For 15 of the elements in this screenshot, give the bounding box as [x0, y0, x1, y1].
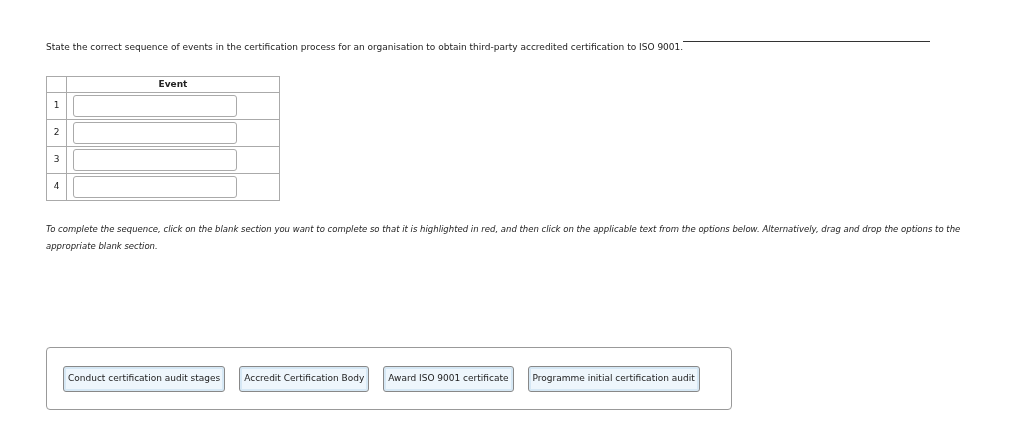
row-number: 3 — [46, 146, 67, 174]
option-button[interactable]: Award ISO 9001 certificate — [383, 365, 514, 392]
column-header: Event — [66, 76, 280, 93]
answer-box[interactable] — [73, 149, 237, 171]
answer-box[interactable] — [73, 122, 237, 144]
answer-box[interactable] — [73, 176, 237, 198]
row-number: 4 — [46, 173, 67, 201]
option-button[interactable]: Accredit Certification Body — [239, 365, 370, 392]
answer-box[interactable] — [73, 95, 237, 117]
instructions-text: To complete the sequence, click on the blank section you want to complete so that it is highlighted in red, and then click on the applicable text from the options below. Alternatively, drag and drop the options to the appropriate blank section. — [46, 223, 962, 253]
row-number: 1 — [46, 92, 67, 120]
question-text: State the correct sequence of events in the certification process for an organisation to obtain third-party accredited certification to ISO 9001. — [46, 41, 684, 54]
option-button[interactable]: Conduct certification audit stages — [63, 365, 226, 392]
option-button[interactable]: Programme initial certification audit — [527, 365, 700, 392]
row-number: 2 — [46, 119, 67, 147]
